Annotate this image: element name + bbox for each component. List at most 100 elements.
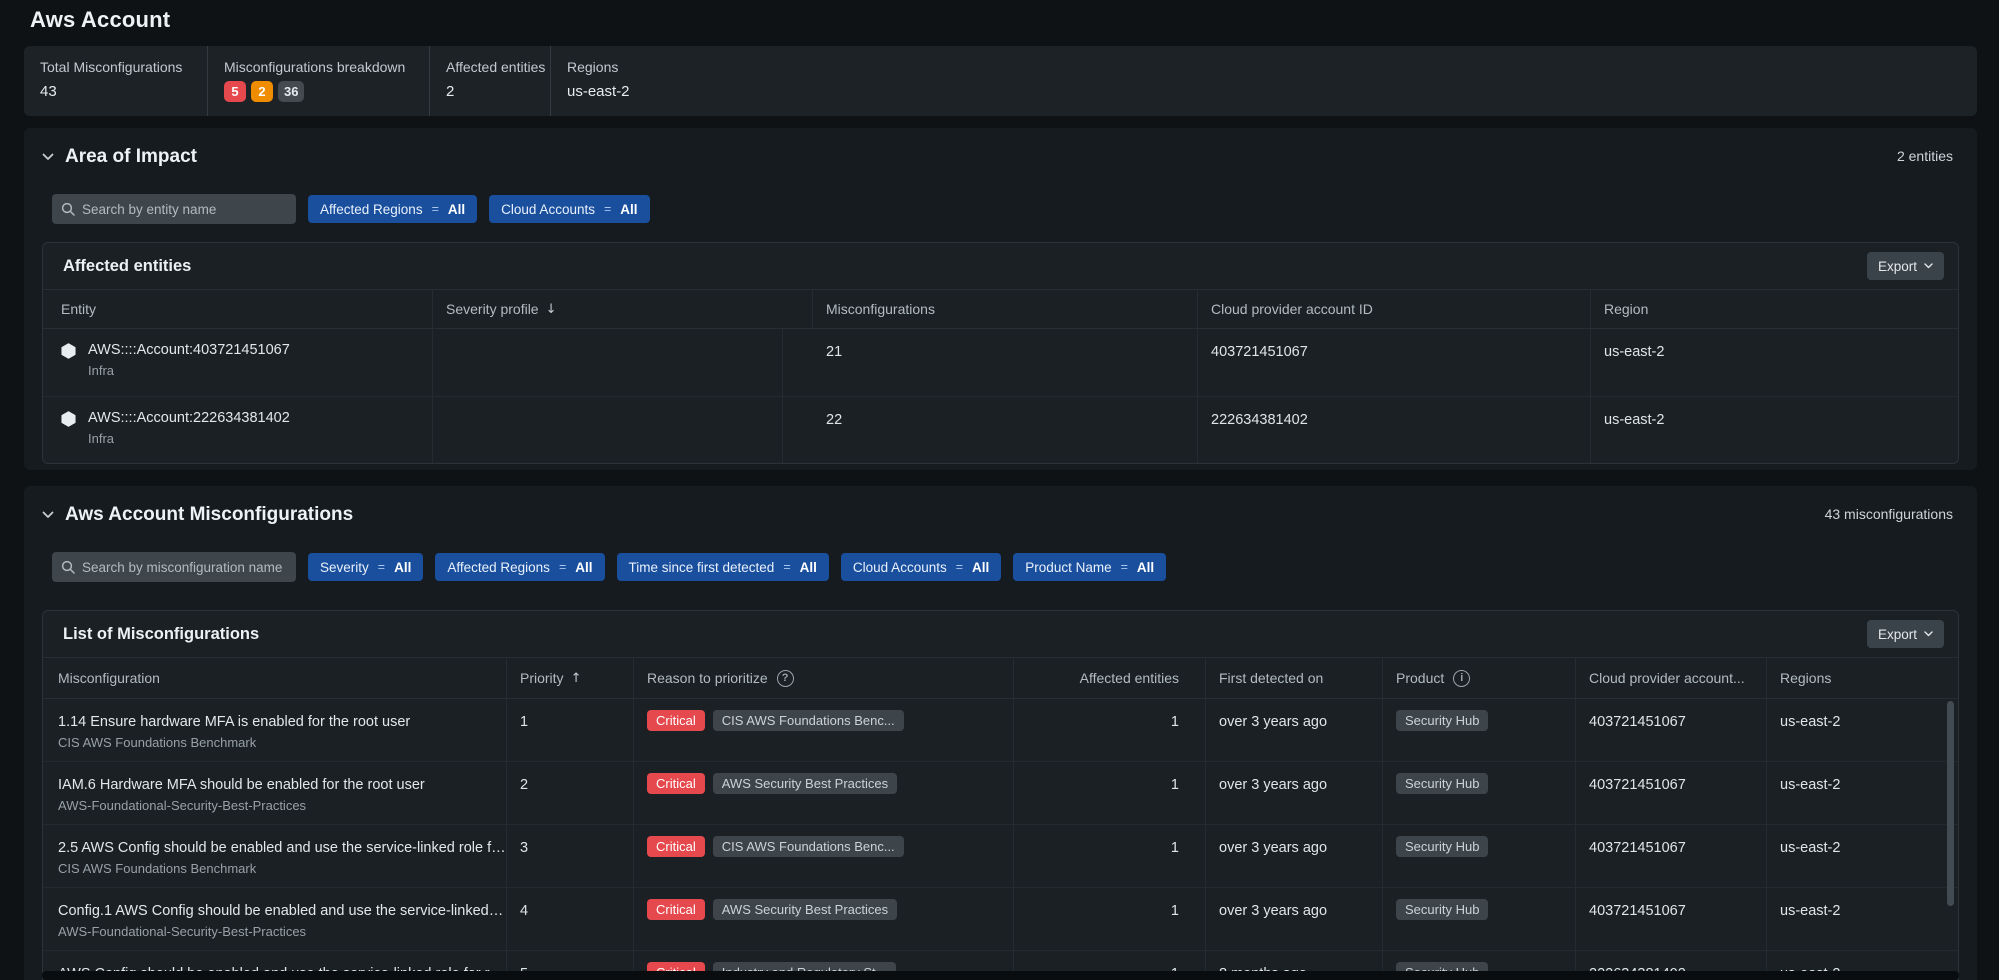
- column-header-account[interactable]: Cloud provider account...: [1576, 658, 1767, 698]
- reason-tag: CIS AWS Foundations Benc...: [713, 710, 904, 731]
- account-id: 403721451067: [1576, 825, 1767, 887]
- horizontal-scrollbar-track[interactable]: [42, 971, 1959, 980]
- filter-operator: =: [432, 202, 439, 216]
- column-header-reason-to-prioritize[interactable]: Reason to prioritize ?: [634, 658, 1014, 698]
- first-detected-value: over 3 years ago: [1206, 762, 1383, 824]
- filter-cloud-accounts[interactable]: Cloud Accounts = All: [841, 553, 1001, 581]
- regions-value: us-east-2: [1767, 888, 1958, 950]
- stat-label: Affected entities: [446, 59, 532, 75]
- critical-count-badge: 5: [224, 81, 246, 102]
- search-icon: [61, 202, 75, 216]
- stat-value: 43: [40, 83, 189, 100]
- column-header-severity-profile[interactable]: Severity profile ↓: [433, 290, 813, 328]
- collapse-chevron-icon[interactable]: [42, 153, 54, 161]
- filter-value: All: [394, 560, 411, 575]
- filter-severity[interactable]: Severity = All: [308, 553, 423, 581]
- severity-badge: Critical: [647, 899, 705, 920]
- page-title: Aws Account: [30, 7, 170, 33]
- filter-name: Affected Regions: [320, 202, 423, 217]
- export-button[interactable]: Export: [1867, 620, 1944, 648]
- info-icon[interactable]: i: [1453, 670, 1470, 687]
- affected-entities-value: 1: [1014, 888, 1206, 950]
- affected-entities-value: 1: [1014, 699, 1206, 761]
- collapse-chevron-icon[interactable]: [42, 511, 54, 519]
- column-header-first-detected-on[interactable]: First detected on: [1206, 658, 1383, 698]
- table-row[interactable]: IAM.6 Hardware MFA should be enabled for…: [43, 762, 1958, 825]
- export-button[interactable]: Export: [1867, 252, 1944, 280]
- filter-operator: =: [956, 560, 963, 574]
- filter-value: All: [620, 202, 637, 217]
- area-of-impact-section: Area of Impact 2 entities Affected Regio…: [24, 128, 1977, 470]
- misconfiguration-search[interactable]: [52, 552, 296, 582]
- regions-value: us-east-2: [1767, 825, 1958, 887]
- table-row[interactable]: 2.5 AWS Config should be enabled and use…: [43, 825, 1958, 888]
- help-icon[interactable]: ?: [777, 670, 794, 687]
- framework-name: AWS-Foundational-Security-Best-Practices: [58, 924, 506, 939]
- card-title: List of Misconfigurations: [63, 625, 259, 644]
- list-of-misconfigurations-card: List of Misconfigurations Export Misconf…: [42, 610, 1959, 980]
- first-detected-value: over 3 years ago: [1206, 699, 1383, 761]
- severity-badge: Critical: [647, 710, 705, 731]
- section-title: Area of Impact: [65, 146, 197, 168]
- priority-value: 4: [507, 888, 634, 950]
- column-header-misconfigurations[interactable]: Misconfigurations: [813, 290, 1198, 328]
- column-header-product[interactable]: Product i: [1383, 658, 1576, 698]
- vertical-scrollbar-thumb[interactable]: [1947, 701, 1954, 906]
- stat-value: us-east-2: [567, 83, 630, 100]
- column-header-priority[interactable]: Priority ↑: [507, 658, 634, 698]
- column-header-account-id[interactable]: Cloud provider account ID: [1198, 290, 1591, 328]
- account-id: 403721451067: [1576, 762, 1767, 824]
- filter-name: Time since first detected: [629, 560, 775, 575]
- filter-operator: =: [559, 560, 566, 574]
- filter-time-since-first-detected[interactable]: Time since first detected = All: [617, 553, 829, 581]
- misconfigurations-count: 43 misconfigurations: [1825, 506, 1953, 522]
- stats-bar: Total Misconfigurations 43 Misconfigurat…: [24, 46, 1977, 116]
- entity-search[interactable]: [52, 194, 296, 224]
- column-header-misconfiguration[interactable]: Misconfiguration: [43, 658, 507, 698]
- misconfiguration-name: Config.1 AWS Config should be enabled an…: [58, 903, 506, 919]
- filter-product-name[interactable]: Product Name = All: [1013, 553, 1166, 581]
- table-row[interactable]: 1.14 Ensure hardware MFA is enabled for …: [43, 699, 1958, 762]
- filter-value: All: [972, 560, 989, 575]
- account-hexagon-icon: [61, 343, 76, 359]
- filter-cloud-accounts[interactable]: Cloud Accounts = All: [489, 195, 649, 223]
- misconfiguration-name: IAM.6 Hardware MFA should be enabled for…: [58, 777, 425, 793]
- filter-name: Affected Regions: [447, 560, 550, 575]
- severity-profile-bars: [433, 397, 783, 464]
- column-header-entity[interactable]: Entity: [43, 290, 433, 328]
- column-header-affected-entities[interactable]: Affected entities: [1014, 658, 1206, 698]
- stat-total-misconfigurations: Total Misconfigurations 43: [24, 46, 208, 116]
- first-detected-value: over 3 years ago: [1206, 888, 1383, 950]
- sort-descending-icon: ↓: [546, 302, 557, 317]
- section-title: Aws Account Misconfigurations: [65, 504, 353, 526]
- search-icon: [61, 560, 75, 574]
- entity-type: Infra: [88, 431, 290, 446]
- other-count-badge: 36: [278, 81, 304, 102]
- framework-name: AWS-Foundational-Security-Best-Practices: [58, 798, 425, 813]
- stat-misconfigurations-breakdown: Misconfigurations breakdown 5 2 36: [208, 46, 430, 116]
- stat-regions: Regions us-east-2: [551, 46, 648, 116]
- column-header-region[interactable]: Region: [1591, 290, 1958, 328]
- column-header-regions[interactable]: Regions: [1767, 658, 1958, 698]
- table-row[interactable]: Config.1 AWS Config should be enabled an…: [43, 888, 1958, 951]
- filter-affected-regions[interactable]: Affected Regions = All: [435, 553, 604, 581]
- filter-name: Cloud Accounts: [853, 560, 947, 575]
- table-row[interactable]: AWS::::Account:222634381402 Infra 22 222…: [43, 397, 1958, 464]
- filter-name: Product Name: [1025, 560, 1111, 575]
- filter-affected-regions[interactable]: Affected Regions = All: [308, 195, 477, 223]
- account-id: 403721451067: [1576, 888, 1767, 950]
- stat-value: 2: [446, 83, 532, 100]
- table-row[interactable]: AWS::::Account:403721451067 Infra 21 403…: [43, 329, 1958, 397]
- entity-name: AWS::::Account:403721451067: [88, 342, 290, 358]
- affected-entities-card: Affected entities Export Entity Severity…: [42, 242, 1959, 464]
- entity-search-input[interactable]: [82, 202, 287, 217]
- card-title: Affected entities: [63, 257, 191, 276]
- product-badge: Security Hub: [1396, 710, 1488, 731]
- misconfiguration-search-input[interactable]: [82, 560, 287, 575]
- priority-value: 2: [507, 762, 634, 824]
- regions-value: us-east-2: [1767, 699, 1958, 761]
- filter-name: Cloud Accounts: [501, 202, 595, 217]
- account-id: 222634381402: [1198, 397, 1591, 464]
- high-count-badge: 2: [251, 81, 273, 102]
- account-hexagon-icon: [61, 411, 76, 427]
